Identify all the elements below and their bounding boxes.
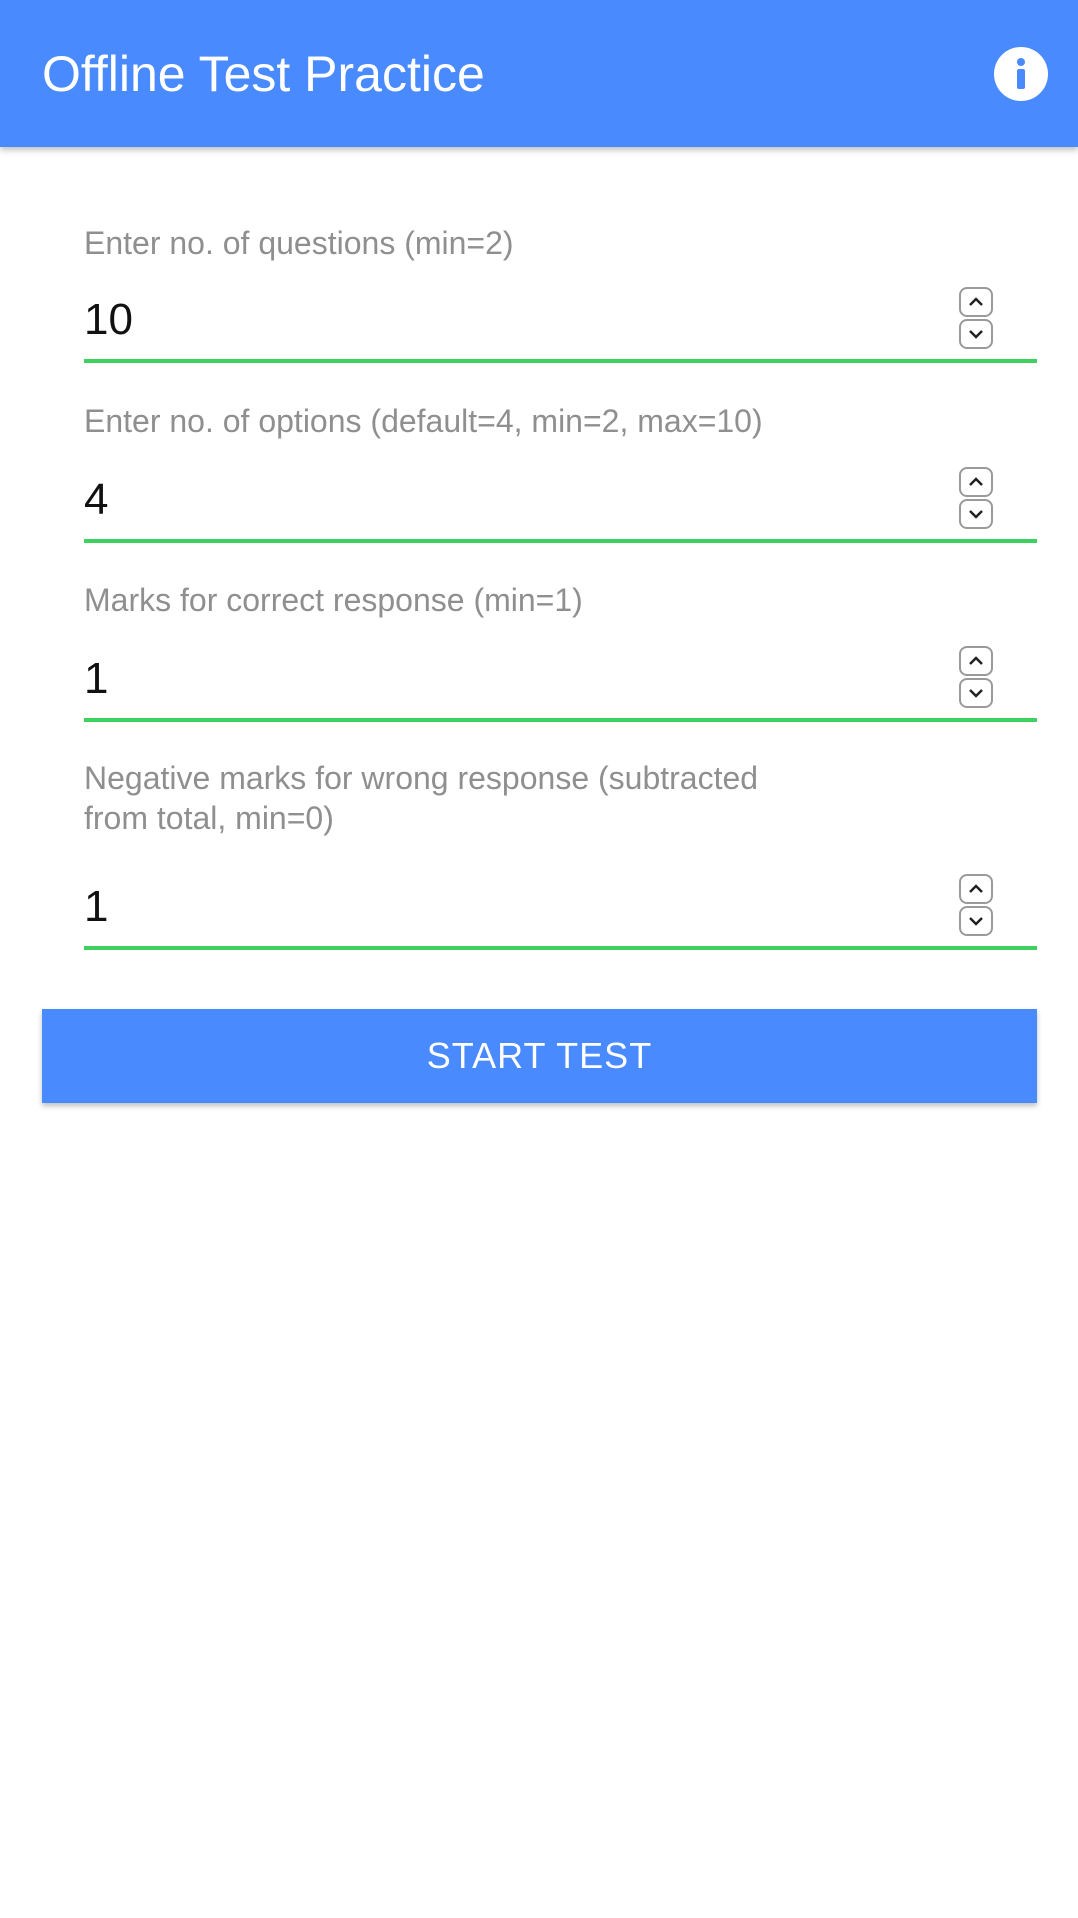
chevron-down-icon	[969, 330, 983, 339]
negative-marks-stepper	[959, 874, 995, 938]
negative-marks-field: Negative marks for wrong response (subtr…	[84, 758, 1037, 950]
questions-underline	[84, 359, 1037, 363]
options-field: Enter no. of options (default=4, min=2, …	[84, 401, 1037, 543]
questions-row	[84, 283, 1037, 363]
correct-marks-increment-button[interactable]	[959, 646, 993, 676]
options-underline	[84, 539, 1037, 543]
negative-marks-increment-button[interactable]	[959, 874, 993, 904]
options-decrement-button[interactable]	[959, 499, 993, 529]
negative-marks-underline	[84, 946, 1037, 950]
app-bar: Offline Test Practice	[0, 0, 1078, 147]
start-test-button[interactable]: START TEST	[42, 1009, 1037, 1103]
correct-marks-stepper	[959, 646, 995, 710]
chevron-down-icon	[969, 510, 983, 519]
options-increment-button[interactable]	[959, 467, 993, 497]
questions-decrement-button[interactable]	[959, 319, 993, 349]
chevron-down-icon	[969, 917, 983, 926]
app-title: Offline Test Practice	[42, 46, 485, 102]
correct-marks-field: Marks for correct response (min=1)	[84, 580, 1037, 722]
info-icon	[1017, 58, 1025, 89]
correct-marks-input[interactable]	[84, 642, 924, 716]
correct-marks-underline	[84, 718, 1037, 722]
chevron-up-icon	[969, 297, 983, 306]
options-label: Enter no. of options (default=4, min=2, …	[84, 403, 763, 439]
negative-marks-label: Negative marks for wrong response (subtr…	[84, 760, 759, 836]
correct-marks-label: Marks for correct response (min=1)	[84, 582, 583, 618]
info-button[interactable]	[994, 47, 1048, 101]
negative-marks-input[interactable]	[84, 870, 924, 944]
questions-increment-button[interactable]	[959, 287, 993, 317]
options-input[interactable]	[84, 463, 924, 537]
correct-marks-decrement-button[interactable]	[959, 678, 993, 708]
questions-input[interactable]	[84, 283, 924, 357]
negative-marks-row	[84, 870, 1037, 950]
questions-label: Enter no. of questions (min=2)	[84, 225, 514, 261]
questions-field: Enter no. of questions (min=2)	[84, 223, 1037, 363]
negative-marks-decrement-button[interactable]	[959, 906, 993, 936]
options-stepper	[959, 467, 995, 531]
correct-marks-row	[84, 642, 1037, 722]
chevron-up-icon	[969, 656, 983, 665]
chevron-up-icon	[969, 477, 983, 486]
chevron-up-icon	[969, 884, 983, 893]
chevron-down-icon	[969, 689, 983, 698]
options-row	[84, 463, 1037, 543]
questions-stepper	[959, 287, 995, 351]
